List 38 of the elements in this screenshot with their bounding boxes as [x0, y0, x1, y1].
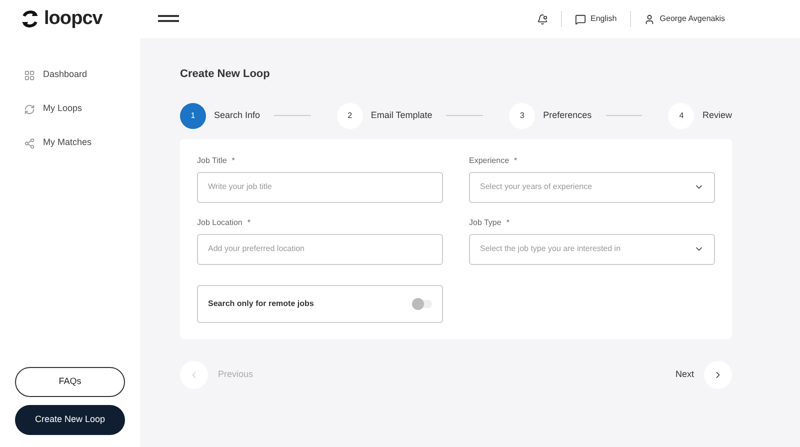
step-number: 2: [336, 102, 363, 128]
next-link[interactable]: Next: [675, 368, 694, 382]
nodes-icon: [24, 138, 35, 148]
next-arrow-button[interactable]: [704, 360, 732, 388]
notification-icon[interactable]: [536, 14, 548, 24]
sidebar-item[interactable]: My Loops: [24, 98, 140, 120]
user-menu[interactable]: George Avgenakis: [644, 13, 725, 25]
step-label[interactable]: Review: [702, 108, 732, 122]
chat-icon: [574, 14, 586, 24]
page-title: Create New Loop: [180, 67, 271, 82]
grid-icon: [24, 70, 35, 80]
previous-arrow-button[interactable]: [180, 360, 208, 388]
user-icon: [644, 14, 655, 24]
field-label: Job Location: [197, 216, 242, 228]
field-label: Job Title: [197, 154, 227, 166]
required-mark: *: [247, 216, 250, 228]
required-mark: *: [514, 154, 518, 166]
brand-name: loopcv: [44, 6, 102, 31]
step-label[interactable]: Preferences: [543, 108, 592, 122]
sidebar-item[interactable]: Dashboard: [24, 64, 140, 86]
required-mark: *: [506, 216, 510, 228]
step-number: 4: [668, 102, 694, 128]
step-label[interactable]: Email Template: [370, 108, 432, 122]
create-button[interactable]: Create New Loop: [15, 405, 125, 435]
menu-icon[interactable]: [158, 15, 179, 23]
toggle-label: Search only for remote jobs: [208, 298, 315, 310]
logo-icon: [20, 9, 40, 29]
toggle-switch[interactable]: [412, 300, 432, 308]
step-number: 3: [509, 102, 536, 128]
faq-button[interactable]: FAQs: [15, 367, 125, 397]
step-number: 1: [180, 102, 206, 128]
field-label: Job Type: [469, 216, 502, 228]
loop-icon: [24, 104, 35, 114]
sidebar-item[interactable]: My Matches: [24, 132, 140, 154]
step-label[interactable]: Search Info: [214, 108, 260, 122]
field-label: Experience: [469, 154, 510, 166]
required-mark: *: [232, 154, 235, 166]
language-selector[interactable]: English: [574, 13, 617, 25]
